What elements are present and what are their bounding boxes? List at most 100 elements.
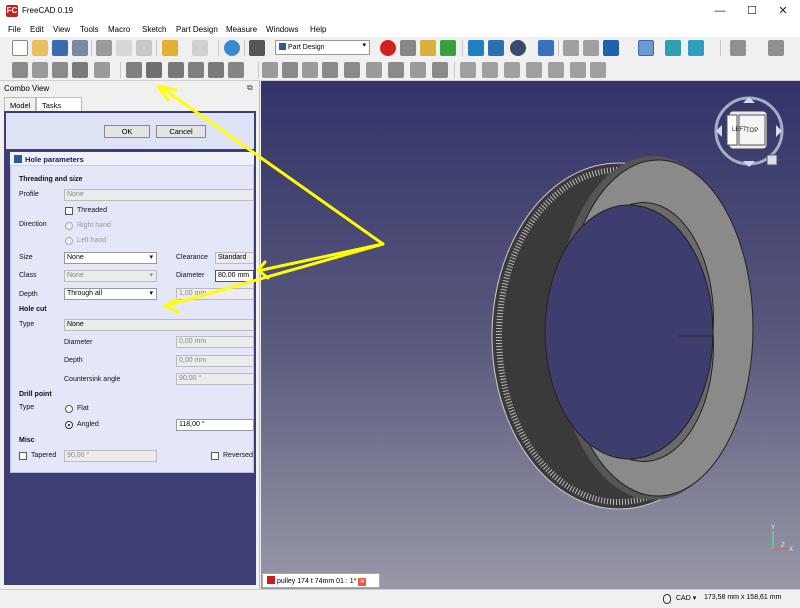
minimize-button[interactable]: —	[705, 3, 735, 19]
forward-arrow-icon[interactable]	[583, 40, 599, 56]
maximize-button[interactable]: ☐	[737, 3, 767, 19]
validate-sketch-icon[interactable]	[52, 62, 68, 78]
stop-macro-icon[interactable]	[400, 40, 416, 56]
groove-icon[interactable]	[302, 62, 318, 78]
mirrored-icon[interactable]	[460, 62, 476, 78]
reversed-checkbox[interactable]	[211, 452, 219, 460]
ok-button[interactable]: OK	[104, 125, 150, 138]
check-geometry-icon[interactable]	[72, 62, 88, 78]
subtractive-pipe-icon[interactable]	[344, 62, 360, 78]
profile-select[interactable]: None	[64, 189, 254, 201]
menu-sketch[interactable]: Sketch	[142, 25, 166, 34]
group-icon[interactable]	[768, 40, 784, 56]
tab-model[interactable]: Model	[4, 97, 36, 111]
menu-help[interactable]: Help	[310, 25, 326, 34]
additive-pipe-icon[interactable]	[188, 62, 204, 78]
menu-measure[interactable]: Measure	[226, 25, 257, 34]
document-tab[interactable]: pulley 174 t 74mm 01 : 1* ✕	[262, 573, 380, 588]
menu-file[interactable]: File	[8, 25, 21, 34]
navigation-cube[interactable]: LEFT TOP	[714, 96, 784, 167]
additive-loft-icon[interactable]	[168, 62, 184, 78]
angled-radio[interactable]	[65, 421, 73, 429]
size-select[interactable]: None ▾	[64, 252, 157, 264]
datum-plane-icon[interactable]	[94, 62, 110, 78]
create-sketch-icon[interactable]	[32, 62, 48, 78]
navigation-style[interactable]: CAD ▾	[676, 594, 696, 602]
draft-icon[interactable]	[570, 62, 586, 78]
draw-style-icon[interactable]	[510, 40, 526, 56]
new-document-icon[interactable]	[12, 40, 28, 56]
copy-icon[interactable]	[116, 40, 132, 56]
left-hand-radio[interactable]	[65, 237, 73, 245]
pad-icon[interactable]	[126, 62, 142, 78]
revolution-icon[interactable]	[146, 62, 162, 78]
clearance-select[interactable]: Standard	[215, 252, 254, 264]
menu-view[interactable]: View	[53, 25, 70, 34]
menu-tools[interactable]: Tools	[80, 25, 99, 34]
hole-cut-diameter-input[interactable]: 0,00 mm	[176, 336, 254, 348]
polar-pattern-icon[interactable]	[504, 62, 520, 78]
float-panel-icon[interactable]: ⧉	[247, 83, 253, 93]
cut-icon[interactable]	[96, 40, 112, 56]
front-view-icon[interactable]	[688, 40, 704, 56]
create-body-icon[interactable]	[12, 62, 28, 78]
workbench-selector[interactable]: Part Design ▾	[275, 40, 370, 55]
close-tab-icon[interactable]: ✕	[358, 578, 367, 586]
bounding-box-icon[interactable]	[538, 40, 554, 56]
subtractive-loft-icon[interactable]	[322, 62, 338, 78]
redo-icon[interactable]	[192, 40, 208, 56]
chamfer-icon[interactable]	[432, 62, 448, 78]
3d-viewport[interactable]: LEFT TOP Y Z X	[261, 81, 800, 589]
close-button[interactable]: ✕	[768, 3, 798, 19]
tapered-checkbox[interactable]	[19, 452, 27, 460]
drill-point-angle-input[interactable]: 118,00 °	[176, 419, 254, 431]
run-macro-icon[interactable]	[440, 40, 456, 56]
tapered-angle-input[interactable]: 90,00 °	[64, 450, 157, 462]
threaded-checkbox[interactable]	[65, 207, 73, 215]
flat-radio[interactable]	[65, 405, 73, 413]
undo-icon[interactable]	[162, 40, 178, 56]
cancel-button[interactable]: Cancel	[156, 125, 206, 138]
menu-edit[interactable]: Edit	[30, 25, 44, 34]
pocket-icon[interactable]	[262, 62, 278, 78]
hole-icon[interactable]	[282, 62, 298, 78]
subtractive-primitive-icon[interactable]	[388, 62, 404, 78]
refresh-icon[interactable]	[224, 40, 240, 56]
multi-transform-icon[interactable]	[526, 62, 542, 78]
pulley-model[interactable]: LEFT TOP Y Z X	[261, 81, 800, 589]
save-as-icon[interactable]	[72, 40, 88, 56]
additive-primitive-icon[interactable]	[228, 62, 244, 78]
countersink-angle-input[interactable]: 90,00 °	[176, 373, 254, 385]
tab-tasks[interactable]: Tasks	[36, 97, 82, 111]
scaled-icon[interactable]	[548, 62, 564, 78]
hole-cut-type-select[interactable]: None	[64, 319, 254, 331]
right-hand-radio[interactable]	[65, 222, 73, 230]
menu-part-design[interactable]: Part Design	[176, 25, 218, 34]
additive-helix-icon[interactable]	[208, 62, 224, 78]
thickness-icon[interactable]	[590, 62, 606, 78]
linear-pattern-icon[interactable]	[482, 62, 498, 78]
subtractive-helix-icon[interactable]	[366, 62, 382, 78]
depth-length-input[interactable]: 1,00 mm	[176, 288, 254, 300]
menu-windows[interactable]: Windows	[266, 25, 298, 34]
std-views-icon[interactable]	[603, 40, 619, 56]
edit-macro-icon[interactable]	[420, 40, 436, 56]
record-macro-icon[interactable]	[380, 40, 396, 56]
isometric-view-icon[interactable]	[665, 40, 681, 56]
part-icon[interactable]	[730, 40, 746, 56]
save-icon[interactable]	[52, 40, 68, 56]
class-select[interactable]: None ▾	[64, 270, 157, 282]
whats-this-icon[interactable]	[249, 40, 265, 56]
diameter-input[interactable]: 80,00 mm	[215, 270, 254, 282]
fillet-icon[interactable]	[410, 62, 426, 78]
open-folder-icon[interactable]	[32, 40, 48, 56]
fit-selection-icon[interactable]	[488, 40, 504, 56]
paste-icon[interactable]	[136, 40, 152, 56]
hole-cut-depth-input[interactable]: 0,00 mm	[176, 355, 254, 367]
depth-type-select[interactable]: Through all ▾	[64, 288, 157, 300]
fit-all-icon[interactable]	[468, 40, 484, 56]
zoom-icon[interactable]	[638, 40, 654, 56]
menu-macro[interactable]: Macro	[108, 25, 130, 34]
back-arrow-icon[interactable]	[563, 40, 579, 56]
mouse-icon[interactable]	[663, 594, 671, 604]
